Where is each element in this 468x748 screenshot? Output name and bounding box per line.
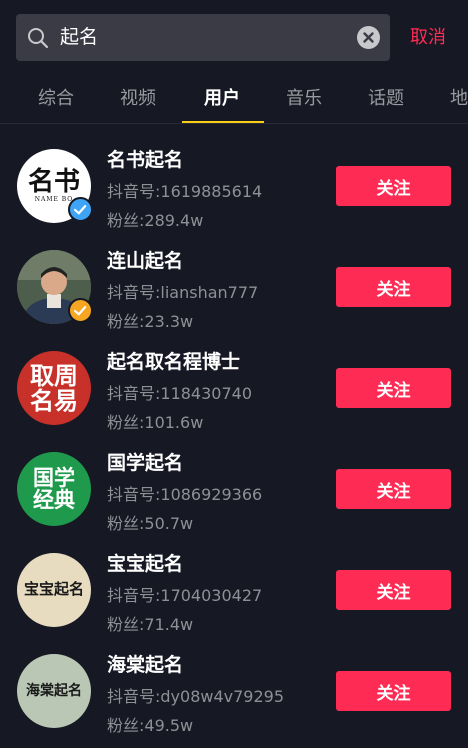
user-id: 抖音号:1704030427 bbox=[107, 586, 263, 605]
user-id: 抖音号:1619885614 bbox=[107, 182, 263, 201]
user-row[interactable]: 取周 名易 起名取名程博士 抖音号:118430740 粉丝:101.6w 关注 bbox=[0, 337, 468, 437]
clear-icon[interactable] bbox=[357, 26, 380, 49]
user-fans: 粉丝:49.5w bbox=[107, 716, 194, 735]
user-fans: 粉丝:71.4w bbox=[107, 615, 194, 634]
user-row[interactable]: 名书 NAME BO 名书起名 抖音号:1619885614 粉丝:289.4w… bbox=[0, 135, 468, 235]
follow-button[interactable]: 关注 bbox=[336, 166, 451, 206]
search-tabs: 综合 视频 用户 音乐 话题 地 bbox=[0, 76, 468, 124]
avatar[interactable]: 取周 名易 bbox=[17, 351, 91, 425]
tab-music[interactable]: 音乐 bbox=[286, 76, 322, 123]
user-id: 抖音号:dy08w4v79295 bbox=[107, 687, 285, 706]
tab-videos[interactable]: 视频 bbox=[120, 76, 156, 123]
user-name[interactable]: 海棠起名 bbox=[107, 650, 183, 677]
user-fans: 粉丝:289.4w bbox=[107, 211, 204, 230]
user-fans: 粉丝:23.3w bbox=[107, 312, 194, 331]
follow-button[interactable]: 关注 bbox=[336, 368, 451, 408]
avatar[interactable]: 国学 经典 bbox=[17, 452, 91, 526]
avatar-logo-text: 名易 bbox=[30, 386, 78, 415]
user-row[interactable]: 海棠起名 海棠起名 抖音号:dy08w4v79295 粉丝:49.5w 关注 bbox=[0, 640, 468, 740]
avatar-logo-text: 名书 bbox=[27, 167, 80, 198]
user-row[interactable]: 连山起名 抖音号:lianshan777 粉丝:23.3w 关注 bbox=[0, 236, 468, 336]
user-name[interactable]: 国学起名 bbox=[107, 448, 183, 475]
avatar[interactable]: 海棠起名 bbox=[17, 654, 91, 728]
user-name[interactable]: 宝宝起名 bbox=[107, 549, 183, 576]
search-icon bbox=[28, 28, 49, 49]
avatar-logo-text: 取周 bbox=[30, 360, 78, 390]
follow-button[interactable]: 关注 bbox=[336, 570, 451, 610]
verified-badge-icon bbox=[68, 298, 93, 323]
user-name[interactable]: 名书起名 bbox=[107, 145, 183, 172]
verified-badge-icon bbox=[68, 197, 93, 222]
follow-button[interactable]: 关注 bbox=[336, 671, 451, 711]
user-fans: 粉丝:50.7w bbox=[107, 514, 194, 533]
user-name[interactable]: 起名取名程博士 bbox=[107, 347, 240, 374]
avatar[interactable]: 宝宝起名 bbox=[17, 553, 91, 627]
user-id: 抖音号:1086929366 bbox=[107, 485, 263, 504]
search-query-text: 起名 bbox=[60, 26, 99, 48]
cancel-button[interactable]: 取消 bbox=[410, 14, 446, 61]
follow-button[interactable]: 关注 bbox=[336, 469, 451, 509]
search-bar: 起名 取消 bbox=[0, 0, 468, 76]
active-tab-indicator bbox=[182, 121, 264, 123]
user-row[interactable]: 国学 经典 国学起名 抖音号:1086929366 粉丝:50.7w 关注 bbox=[0, 438, 468, 538]
tab-general[interactable]: 综合 bbox=[38, 76, 74, 123]
avatar-logo-text: 经典 bbox=[33, 488, 75, 512]
avatar-logo-text: 国学 bbox=[33, 465, 75, 490]
user-row[interactable]: 宝宝起名 宝宝起名 抖音号:1704030427 粉丝:71.4w 关注 bbox=[0, 539, 468, 639]
user-fans: 粉丝:101.6w bbox=[107, 413, 204, 432]
user-id: 抖音号:lianshan777 bbox=[107, 283, 259, 302]
user-name[interactable]: 连山起名 bbox=[107, 246, 183, 273]
tab-locations[interactable]: 地 bbox=[450, 76, 468, 123]
tab-users[interactable]: 用户 bbox=[204, 76, 240, 123]
follow-button[interactable]: 关注 bbox=[336, 267, 451, 307]
avatar-logo-text: 海棠起名 bbox=[26, 682, 82, 699]
avatar-logo-text: 宝宝起名 bbox=[23, 580, 84, 599]
search-input[interactable]: 起名 bbox=[16, 14, 390, 61]
user-id: 抖音号:118430740 bbox=[107, 384, 253, 403]
tab-topics[interactable]: 话题 bbox=[368, 76, 404, 123]
